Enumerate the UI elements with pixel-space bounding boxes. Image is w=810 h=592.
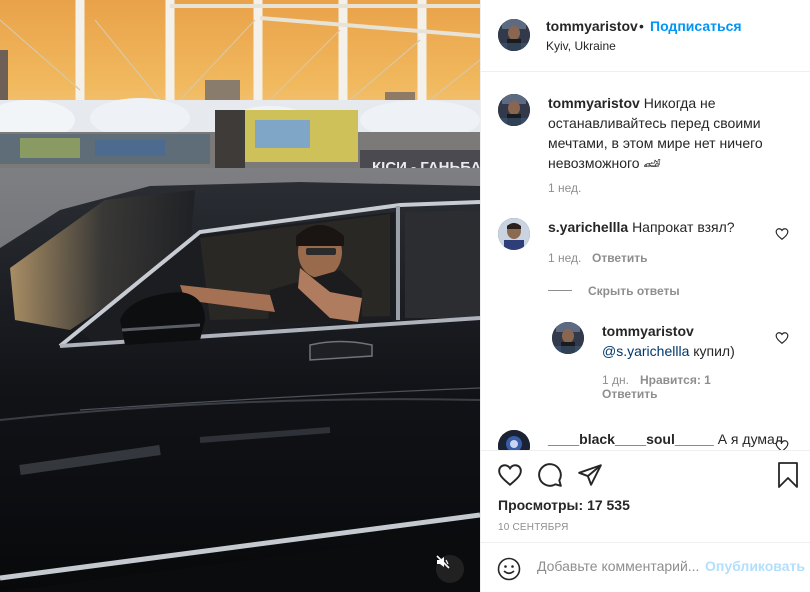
- header-username[interactable]: tommyaristov: [546, 18, 638, 34]
- heart-icon[interactable]: [497, 462, 523, 488]
- reply-reply-button[interactable]: Ответить: [602, 387, 657, 401]
- reply-time[interactable]: 1 дн.: [602, 373, 629, 387]
- publish-button[interactable]: Опубликовать: [705, 558, 805, 574]
- post-date[interactable]: 10 СЕНТЯБРЯ: [498, 522, 569, 533]
- speaker-muted-icon: [436, 555, 450, 569]
- header-dot: •: [639, 18, 644, 34]
- comment-input[interactable]: [537, 558, 702, 574]
- caption: tommyaristov Никогда не останавливайтесь…: [548, 93, 798, 173]
- divider-line: [548, 290, 572, 291]
- post-header: tommyaristov • Подписаться Kyiv, Ukraine: [481, 0, 810, 72]
- comment-reply-button[interactable]: Ответить: [592, 251, 647, 265]
- location-link[interactable]: Kyiv, Ukraine: [546, 39, 616, 53]
- views-count[interactable]: Просмотры: 17 535: [498, 497, 630, 513]
- caption-avatar[interactable]: [498, 94, 530, 126]
- caption-username[interactable]: tommyaristov: [548, 95, 640, 111]
- views-number: 17 535: [587, 497, 630, 513]
- comment-time[interactable]: 1 нед.: [548, 251, 581, 265]
- reply-avatar[interactable]: [552, 322, 584, 354]
- hide-replies-button[interactable]: Скрыть ответы: [588, 284, 680, 298]
- follow-button[interactable]: Подписаться: [650, 18, 742, 34]
- comment-avatar[interactable]: [498, 218, 530, 250]
- avatar[interactable]: [498, 19, 530, 51]
- comment-reply-label[interactable]: Ответить: [592, 251, 647, 265]
- reply-like-heart-icon[interactable]: [775, 331, 789, 345]
- comment-username[interactable]: s.yarichellla: [548, 219, 628, 235]
- add-comment-bar: Опубликовать: [481, 542, 810, 592]
- comment: s.yarichellla Напрокат взял?: [548, 217, 773, 237]
- views-label: Просмотры:: [498, 497, 584, 513]
- mute-button[interactable]: [436, 555, 464, 583]
- post-panel: tommyaristov • Подписаться Kyiv, Ukraine…: [480, 0, 810, 592]
- comments-list[interactable]: tommyaristov Никогда не останавливайтесь…: [481, 72, 810, 450]
- comment-like-heart-icon[interactable]: [775, 439, 789, 450]
- reply-reply-label[interactable]: Ответить: [602, 387, 657, 401]
- comment-text: Напрокат взял?: [632, 219, 735, 235]
- reply-likes-label[interactable]: Нравится: 1: [640, 373, 711, 387]
- share-icon[interactable]: [577, 462, 603, 488]
- reply-likes[interactable]: Нравится: 1: [640, 373, 711, 387]
- emoji-icon[interactable]: [497, 557, 521, 581]
- hide-replies-label[interactable]: Скрыть ответы: [588, 284, 680, 298]
- comment-icon[interactable]: [537, 462, 563, 488]
- comment-username[interactable]: ____black____soul_____: [548, 431, 714, 447]
- video-frame: КІСИ - ГАНЬБА: [0, 0, 480, 592]
- bookmark-icon[interactable]: [777, 462, 799, 488]
- reply-username[interactable]: tommyaristov: [602, 323, 694, 339]
- comment-text: А я думал: [717, 431, 783, 447]
- comment-avatar[interactable]: [498, 430, 530, 450]
- post-media[interactable]: КІСИ - ГАНЬБА: [0, 0, 480, 592]
- reply-mention[interactable]: @s.yarichellla: [602, 343, 689, 359]
- caption-time[interactable]: 1 нед.: [548, 181, 581, 195]
- reply: tommyaristov @s.yarichellla купил): [602, 321, 762, 361]
- reply-text: купил): [693, 343, 735, 359]
- comment: ____black____soul_____ А я думал: [548, 429, 783, 449]
- action-bar: Просмотры: 17 535 10 СЕНТЯБРЯ: [481, 450, 810, 542]
- comment-like-heart-icon[interactable]: [775, 227, 789, 241]
